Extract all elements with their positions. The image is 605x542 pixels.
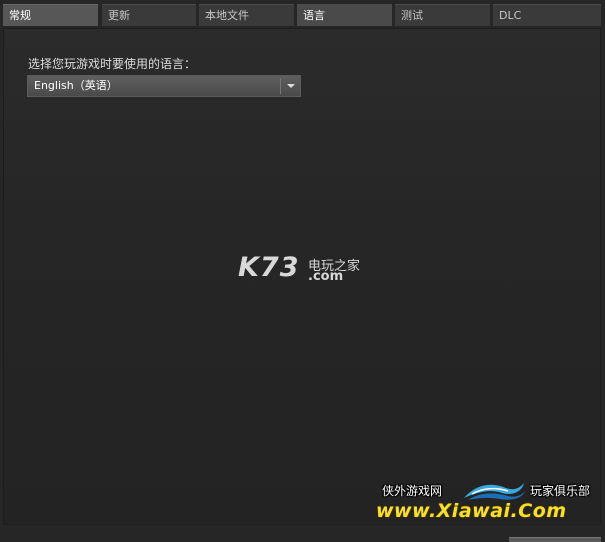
close-button[interactable] — [509, 537, 601, 542]
xiawai-right-text: 玩家俱乐部 — [530, 484, 591, 498]
language-label: 选择您玩游戏时要使用的语言： — [28, 57, 197, 71]
tab-local-files[interactable]: 本地文件 — [199, 4, 294, 26]
language-select[interactable]: English（英语） — [27, 75, 301, 97]
wave-logo-icon — [464, 483, 525, 500]
tab-updates[interactable]: 更新 — [102, 4, 196, 26]
tab-general[interactable]: 常规 — [3, 4, 98, 26]
xiawai-url-text: www.Xiawai.Com — [376, 500, 567, 522]
xiawai-watermark: 侠外游戏网 玩家俱乐部 www.Xiawai.Com — [376, 478, 602, 528]
properties-window: 常规 更新 本地文件 语言 测试 DLC 选择您玩游戏时要使用的语言： Engl… — [0, 0, 605, 542]
k73-com-text: .com — [308, 269, 344, 284]
tab-dlc[interactable]: DLC — [493, 4, 601, 26]
tab-bar: 常规 更新 本地文件 语言 测试 DLC — [3, 4, 601, 28]
language-select-value: English（英语） — [34, 79, 118, 92]
xiawai-left-text: 侠外游戏网 — [382, 484, 443, 498]
tab-language[interactable]: 语言 — [297, 4, 392, 26]
k73-logo-text: K73 — [238, 252, 300, 283]
k73-watermark: K73 电玩之家 .com — [238, 252, 378, 288]
tab-betas[interactable]: 测试 — [395, 4, 490, 26]
dropdown-separator — [280, 78, 281, 94]
chevron-down-icon — [287, 84, 295, 88]
